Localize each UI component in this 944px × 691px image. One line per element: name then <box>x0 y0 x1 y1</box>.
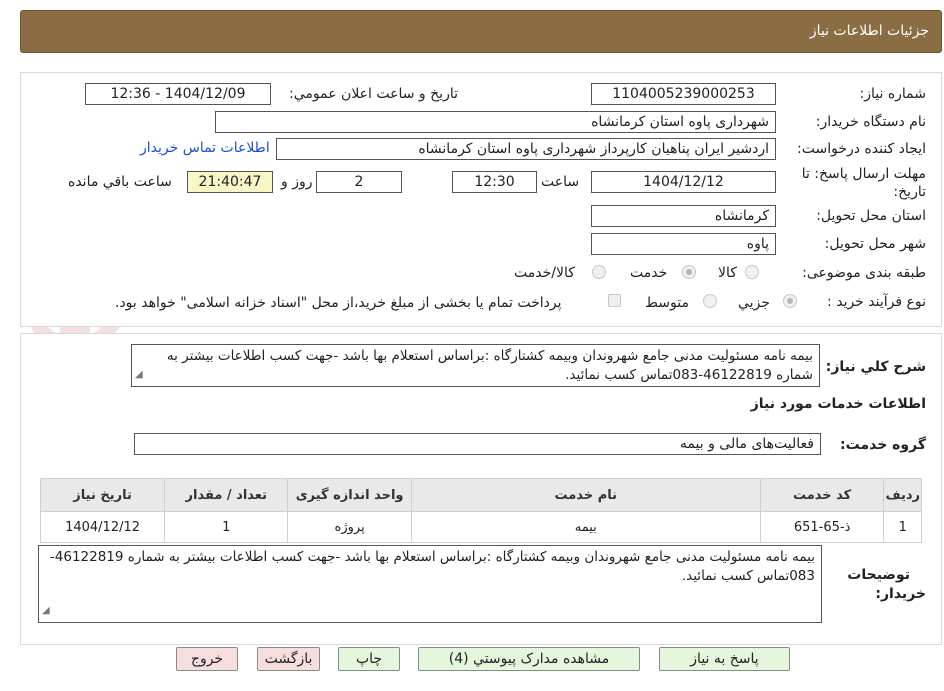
buyer-notes-label: توضیحات <box>847 567 910 583</box>
resize-grip-icon[interactable]: ◢ <box>135 365 143 384</box>
buyer-contact-link[interactable]: اطلاعات تماس خریدار <box>140 140 270 156</box>
table-row[interactable]: 1 ذ-65-651 بیمه پروژه 1 1404/12/12 <box>39 511 922 543</box>
resize-grip-icon[interactable]: ◢ <box>42 601 50 620</box>
category-goods-label: کالا <box>718 265 737 281</box>
page-header: جزئیات اطلاعات نیاز <box>20 10 942 53</box>
deadline-time-label: ساعت <box>541 174 580 190</box>
category-service-label: خدمت <box>630 265 668 281</box>
cell-row: 1 <box>883 511 922 543</box>
purchase-minor-radio[interactable] <box>783 294 797 308</box>
cell-need-date: 1404/12/12 <box>39 511 166 543</box>
print-button[interactable]: چاپ <box>338 647 400 671</box>
days-field[interactable]: 2 <box>316 171 402 193</box>
summary-textarea[interactable]: بیمه نامه مسئولیت مدنی جامع شهروندان وبی… <box>131 344 820 387</box>
requester-field[interactable]: اردشیر ایران پناهیان کارپرداز شهرداری پا… <box>276 138 776 160</box>
days-label: روز و <box>281 174 313 190</box>
purchase-minor-label: جزیي <box>738 295 770 311</box>
table-header-row: ردیف کد خدمت نام خدمت واحد اندازه گیری ت… <box>39 478 922 512</box>
purchase-medium-radio[interactable] <box>703 294 717 308</box>
announce-label: تاریخ و ساعت اعلان عمومي: <box>289 86 458 102</box>
treasury-note: پرداخت تمام یا بخشی از مبلغ خرید،از محل … <box>115 295 562 311</box>
cell-unit: پروژه <box>287 511 412 543</box>
buyer-notes-text: بیمه نامه مسئولیت مدنی جامع شهروندان وبی… <box>49 549 815 584</box>
buyer-notes-textarea[interactable]: بیمه نامه مسئولیت مدنی جامع شهروندان وبی… <box>38 545 822 623</box>
remaining-label: ساعت باقي مانده <box>68 174 172 190</box>
purchase-medium-label: متوسط <box>645 295 689 311</box>
service-group-field[interactable]: فعالیت‌های مالی و بیمه <box>134 433 821 455</box>
city-field[interactable]: پاوه <box>591 233 776 255</box>
buyer-org-field[interactable]: شهرداری پاوه استان کرمانشاه <box>215 111 776 133</box>
col-unit: واحد اندازه گیری <box>287 478 412 512</box>
services-section-title: اطلاعات خدمات مورد نیاز <box>750 396 926 412</box>
category-label: طبقه بندی موضوعی: <box>802 265 926 281</box>
page-title: جزئیات اطلاعات نیاز <box>809 23 929 39</box>
purchase-type-label: نوع فرآیند خرید : <box>827 294 926 310</box>
buyer-notes-label-2: خریدار: <box>875 586 926 602</box>
view-attachments-button[interactable]: مشاهده مدارک پیوستي (4) <box>418 647 640 671</box>
province-field[interactable]: کرمانشاه <box>591 205 776 227</box>
city-label: شهر محل تحویل: <box>824 236 926 252</box>
summary-label: شرح کلي نیاز: <box>825 359 926 375</box>
announce-field[interactable]: 1404/12/09 - 12:36 <box>85 83 271 105</box>
deadline-label-date: تاریخ: <box>893 184 926 200</box>
col-quantity: تعداد / مقدار <box>164 478 289 512</box>
cell-service-name: بیمه <box>410 511 761 543</box>
remaining-time-field: 21:40:47 <box>187 171 273 193</box>
requester-label: ایجاد کننده درخواست: <box>797 141 926 157</box>
summary-text: بیمه نامه مسئولیت مدنی جامع شهروندان وبی… <box>166 348 813 383</box>
cell-service-code: ذ-65-651 <box>759 511 885 543</box>
deadline-date-field[interactable]: 1404/12/12 <box>591 171 776 193</box>
category-goods-service-radio[interactable] <box>592 265 606 279</box>
reply-button[interactable]: پاسخ به نیاز <box>659 647 790 671</box>
back-button[interactable]: بازگشت <box>257 647 320 671</box>
province-label: استان محل تحویل: <box>816 208 926 224</box>
deadline-label: مهلت ارسال پاسخ: تا <box>801 166 926 182</box>
need-number-label: شماره نیاز: <box>859 86 927 102</box>
col-service-code: کد خدمت <box>759 478 885 512</box>
buyer-org-label: نام دستگاه خریدار: <box>815 114 926 130</box>
col-service-name: نام خدمت <box>410 478 761 512</box>
deadline-time-field[interactable]: 12:30 <box>452 171 537 193</box>
exit-button[interactable]: خروج <box>176 647 238 671</box>
col-row: ردیف <box>883 478 922 512</box>
need-number-field[interactable]: 1104005239000253 <box>591 83 776 105</box>
cell-quantity: 1 <box>164 511 289 543</box>
service-group-label: گروه خدمت: <box>840 437 926 453</box>
services-table: ردیف کد خدمت نام خدمت واحد اندازه گیری ت… <box>39 478 922 543</box>
col-need-date: تاریخ نیاز <box>39 478 166 512</box>
category-goods-service-label: کالا/خدمت <box>514 265 575 281</box>
category-goods-radio[interactable] <box>745 265 759 279</box>
treasury-checkbox[interactable] <box>608 294 621 307</box>
category-service-radio[interactable] <box>682 265 696 279</box>
